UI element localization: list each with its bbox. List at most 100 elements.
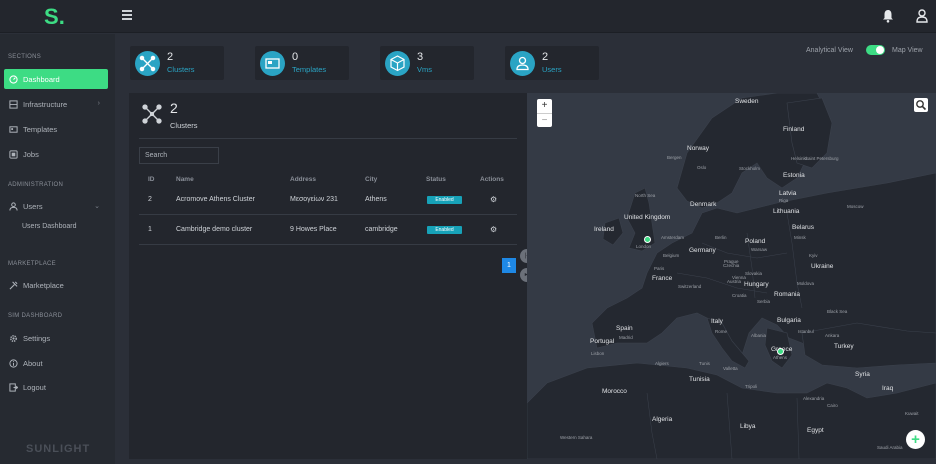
cluster-marker-cambridge[interactable] [644, 236, 651, 243]
add-button[interactable]: + [906, 430, 925, 449]
map-label: Czechia [723, 263, 740, 268]
column-header-city[interactable]: City [365, 176, 377, 183]
sidebar-item-logout[interactable]: Logout [4, 377, 108, 397]
cluster-icon [142, 104, 162, 124]
divider [139, 138, 517, 139]
map-view[interactable]: + − Sweden Norway Finland Helsinki Saint… [527, 93, 936, 459]
sidebar-item-dashboard[interactable]: Dashboard [4, 69, 108, 89]
map-view-label: Map View [892, 47, 923, 54]
map-label: Hungary [744, 281, 769, 288]
bell-icon[interactable] [882, 9, 894, 23]
map-label: North Sea [635, 193, 656, 198]
map-label: Alexandria [803, 396, 825, 401]
sidebar-item-settings[interactable]: Settings [4, 328, 108, 348]
map-label: Minsk [794, 235, 806, 240]
map-label: Belgium [663, 253, 680, 258]
cell-address: Μεσογείων 231 [290, 196, 338, 203]
column-header-name[interactable]: Name [176, 176, 194, 183]
map-search-button[interactable] [914, 98, 928, 112]
table-row[interactable]: 1 Cambridge demo cluster 9 Howes Place c… [139, 215, 517, 245]
map-label: Finland [783, 126, 805, 133]
map-label: Estonia [783, 172, 805, 179]
map-label: Valletta [723, 366, 738, 371]
map-label: Albania [751, 333, 767, 338]
gear-icon[interactable]: ⚙ [490, 195, 497, 204]
cell-name: Acromove Athens Cluster [176, 196, 255, 203]
sidebar-item-users[interactable]: Users ⌄ [4, 196, 108, 216]
sidebar-item-jobs[interactable]: Jobs [4, 144, 108, 164]
sidebar: SECTIONS Dashboard Infrastructure › Temp… [0, 34, 115, 464]
stat-card-templates[interactable]: 0 Templates [255, 46, 349, 80]
sidebar-item-about[interactable]: About [4, 353, 108, 373]
chevron-down-icon: ⌄ [94, 203, 100, 210]
map-label: Berlin [715, 235, 727, 240]
map-label: Tripoli [745, 384, 758, 389]
map-label: Egypt [807, 427, 824, 434]
pagination-current-page[interactable]: 1 [502, 258, 516, 273]
cell-address: 9 Howes Place [290, 226, 337, 233]
column-header-address[interactable]: Address [290, 176, 316, 183]
sidebar-item-label: Infrastructure [23, 99, 68, 109]
map-label: Athens [773, 355, 788, 360]
zoom-in-button[interactable]: + [537, 99, 552, 113]
map-label: Riga [779, 198, 789, 203]
dashboard-icon [9, 74, 18, 84]
clusters-count: 2 [170, 100, 178, 116]
view-toggle[interactable] [866, 45, 885, 55]
sidebar-item-marketplace[interactable]: Marketplace [4, 275, 108, 295]
menu-icon[interactable] [122, 10, 132, 20]
chevron-right-icon: › [97, 100, 100, 107]
sidebar-subitem-users-dashboard[interactable]: Users Dashboard [22, 223, 76, 230]
stat-card-vms[interactable]: 3 Vms [380, 46, 474, 80]
section-label-sections: SECTIONS [8, 54, 42, 60]
map-label: London [636, 244, 652, 249]
map-label: Belarus [792, 224, 815, 231]
map-label: Romania [774, 291, 801, 298]
user-icon [510, 51, 535, 76]
map-label: Ireland [594, 226, 614, 233]
map-label: United Kingdom [624, 214, 671, 221]
template-icon [9, 125, 18, 133]
map-label: Latvia [779, 190, 797, 197]
stat-count: 3 [417, 51, 424, 63]
stat-card-users[interactable]: 2 Users [505, 46, 599, 80]
user-icon [9, 201, 18, 211]
map-label: Moldova [797, 281, 815, 286]
cluster-marker-athens[interactable] [777, 348, 784, 355]
jobs-icon [9, 149, 18, 159]
gear-icon[interactable]: ⚙ [490, 225, 497, 234]
map-label: Poland [745, 238, 766, 245]
sidebar-item-label: Users [23, 201, 43, 211]
sidebar-item-label: Logout [23, 382, 46, 392]
map-label: Stockholm [739, 166, 761, 171]
cluster-icon [135, 51, 160, 76]
map-label: Amsterdam [661, 235, 685, 240]
clusters-panel: 2 Clusters Search ID Name Address City S… [129, 93, 534, 459]
map-label: Istanbul [798, 329, 814, 334]
map-label: Spain [616, 325, 633, 332]
sidebar-item-templates[interactable]: Templates [4, 119, 108, 139]
map-label: Ukraine [811, 263, 834, 270]
user-icon[interactable] [916, 9, 928, 23]
section-label-sim-dashboard: SIM DASHBOARD [8, 313, 63, 319]
tools-icon [9, 281, 18, 289]
map-label: Iraq [882, 385, 894, 392]
map-label: Cairo [827, 403, 838, 408]
sidebar-item-infrastructure[interactable]: Infrastructure › [4, 94, 108, 114]
gear-icon [10, 334, 17, 342]
map-label: Tunisia [689, 376, 710, 383]
map-label: Saint Petersburg [805, 156, 839, 161]
search-input[interactable]: Search [139, 147, 219, 164]
table-row[interactable]: 2 Acromove Athens Cluster Μεσογείων 231 … [139, 185, 517, 215]
map-label: Warsaw [751, 247, 768, 252]
map-label: Kyiv [809, 253, 818, 258]
column-header-status[interactable]: Status [426, 176, 446, 183]
map-label: Moscow [847, 204, 864, 209]
app-logo[interactable]: S. [44, 4, 65, 30]
zoom-out-button[interactable]: − [537, 113, 552, 127]
stat-card-clusters[interactable]: 2 Clusters [130, 46, 224, 80]
map-label: Bergen [667, 155, 682, 160]
cell-city: Athens [365, 196, 387, 203]
column-header-id[interactable]: ID [148, 176, 155, 183]
sidebar-item-label: Dashboard [23, 74, 60, 84]
